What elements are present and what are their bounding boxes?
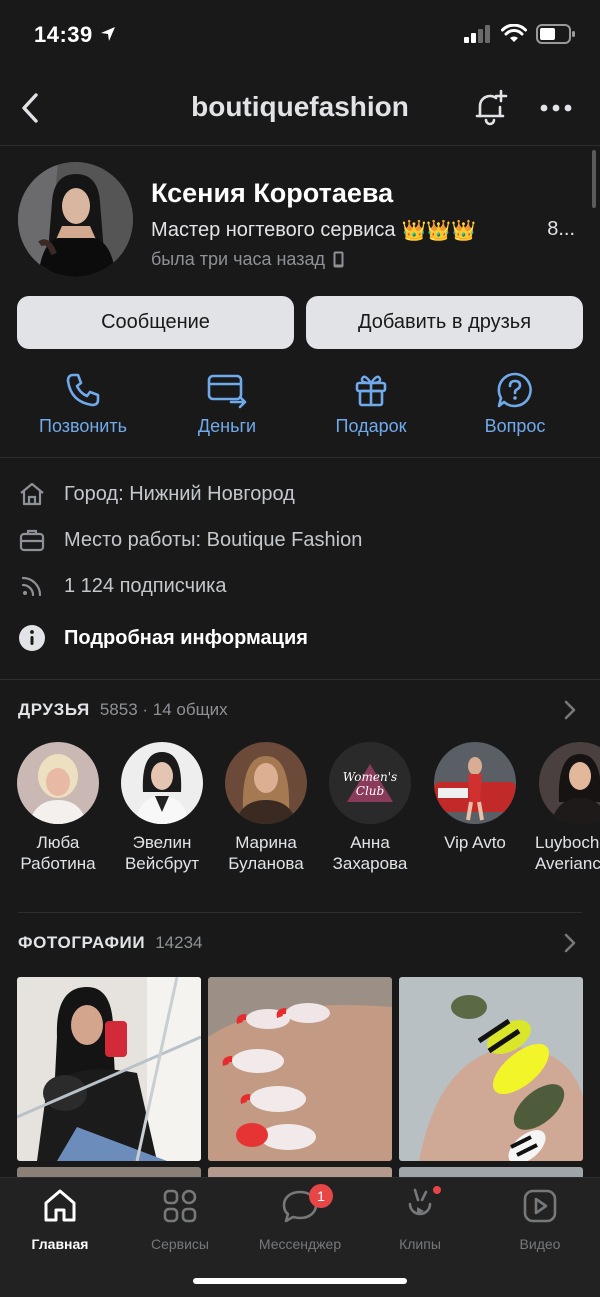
gift-icon — [355, 375, 387, 407]
friend-name: Люба Работина — [20, 833, 96, 873]
tab-home-label: Главная — [31, 1236, 89, 1252]
tab-services[interactable]: Сервисы — [120, 1186, 240, 1252]
briefcase-icon — [19, 529, 45, 552]
friend-avatar — [17, 742, 99, 824]
info-followers-text: 1 124 подписчика — [64, 574, 227, 597]
photos-count: 14234 — [155, 933, 203, 952]
womens-club-logo-text: Women's Club — [342, 770, 398, 798]
tab-video[interactable]: Видео — [480, 1186, 600, 1252]
tab-home[interactable]: Главная — [0, 1186, 120, 1252]
status-time: 14:39 — [34, 22, 93, 47]
battery-icon — [536, 24, 575, 44]
house-icon — [20, 482, 44, 506]
more-dots-icon[interactable] — [536, 90, 576, 126]
friend-avatar — [434, 742, 516, 824]
action-money-label: Деньги — [197, 416, 257, 436]
photo-thumbnail[interactable] — [17, 977, 201, 1161]
friend-name: Luyboch Averianc — [535, 833, 600, 873]
info-work-text: Место работы: Boutique Fashion — [64, 528, 363, 551]
location-arrow-icon — [101, 27, 115, 41]
friends-chevron-icon[interactable] — [562, 699, 578, 721]
profile-status: Мастер ногтевого сервиса 👑👑👑 8... — [151, 218, 581, 243]
friends-title: ДРУЗЬЯ — [18, 700, 90, 719]
phone-call-icon — [66, 373, 100, 407]
friend-name: Vip Avto — [444, 833, 506, 852]
friend-avatar — [121, 742, 203, 824]
wifi-icon — [501, 24, 527, 42]
status-text: Мастер ногтевого сервиса — [151, 219, 396, 241]
page-title: boutiquefashion — [191, 91, 409, 122]
tab-clips[interactable]: Клипы — [360, 1186, 480, 1252]
question-bubble-icon — [497, 372, 532, 408]
friend-name: Марина Буланова — [228, 833, 304, 873]
tab-video-label: Видео — [519, 1236, 561, 1252]
last-seen: была три часа назад — [151, 249, 344, 270]
signal-icon — [464, 25, 490, 43]
friend-avatar — [225, 742, 307, 824]
friend-name: Эвелин Вейсбрут — [124, 833, 200, 873]
photos-header[interactable]: ФОТОГРАФИИ 14234 — [18, 933, 202, 953]
profile-header: Ксения Коротаева Мастер ногтевого сервис… — [0, 146, 600, 296]
status-icons — [464, 24, 576, 44]
home-icon — [44, 1189, 76, 1222]
action-gift[interactable]: Подарок — [301, 370, 441, 437]
profile-avatar[interactable] — [18, 162, 133, 277]
last-seen-text: была три часа назад — [151, 249, 325, 269]
friend-item[interactable]: Люба Работина — [3, 742, 113, 874]
profile-info: Город: Нижний Новгород Место работы: Bou… — [0, 470, 600, 680]
info-details[interactable]: Подробная информация — [18, 624, 308, 652]
navigation-bar: boutiquefashion — [0, 72, 600, 146]
phone-icon — [333, 251, 344, 268]
action-call-label: Позвонить — [39, 416, 127, 436]
quick-actions: Позвонить Деньги Подарок Вопрос — [0, 370, 600, 458]
info-city: Город: Нижний Новгород — [18, 480, 295, 508]
messenger-badge: 1 — [309, 1184, 333, 1208]
friend-avatar — [539, 742, 600, 824]
info-city-text: Город: Нижний Новгород — [64, 482, 295, 505]
photo-thumbnail[interactable] — [208, 977, 392, 1161]
home-indicator — [193, 1278, 407, 1284]
divider — [18, 912, 582, 913]
video-icon — [523, 1189, 557, 1223]
grid-icon — [163, 1189, 197, 1223]
action-question-label: Вопрос — [484, 416, 546, 436]
status-overflow: 8... — [547, 218, 575, 240]
friend-item[interactable]: Vip Avto — [420, 742, 530, 853]
friend-item[interactable]: Women's Club Анна Захарова — [315, 742, 425, 874]
friend-avatar: Women's Club — [329, 742, 411, 824]
clips-dot — [433, 1186, 441, 1194]
action-call[interactable]: Позвонить — [13, 370, 153, 437]
tab-messenger-label: Мессенджер — [258, 1236, 342, 1252]
friends-count: 5853 · 14 общих — [99, 700, 228, 719]
add-friend-button[interactable]: Добавить в друзья — [306, 296, 583, 349]
friends-header[interactable]: ДРУЗЬЯ 5853 · 14 общих — [18, 700, 228, 720]
info-work: Место работы: Boutique Fashion — [18, 526, 362, 554]
action-question[interactable]: Вопрос — [445, 370, 585, 437]
photo-thumbnail[interactable] — [399, 977, 583, 1161]
info-details-text: Подробная информация — [64, 626, 308, 649]
crown-emoji: 👑👑👑 — [401, 220, 477, 242]
money-card-icon — [207, 374, 247, 409]
friend-item[interactable]: Марина Буланова — [211, 742, 321, 874]
message-button[interactable]: Сообщение — [17, 296, 294, 349]
bell-add-icon[interactable] — [470, 88, 510, 128]
friend-item[interactable]: Luyboch Averianc — [524, 742, 600, 874]
tab-clips-label: Клипы — [399, 1236, 441, 1252]
photos-title: ФОТОГРАФИИ — [18, 933, 146, 952]
profile-name: Ксения Коротаева — [151, 178, 394, 208]
friend-name: Анна Захарова — [332, 833, 408, 873]
photos-chevron-icon[interactable] — [562, 932, 578, 954]
info-circle-icon — [19, 625, 45, 651]
rss-followers-icon — [21, 576, 42, 597]
tab-services-label: Сервисы — [150, 1236, 209, 1252]
action-gift-label: Подарок — [335, 416, 407, 436]
friend-item[interactable]: Эвелин Вейсбрут — [107, 742, 217, 874]
action-money[interactable]: Деньги — [157, 370, 297, 437]
info-followers[interactable]: 1 124 подписчика — [18, 572, 226, 600]
status-bar: 14:39 — [0, 0, 600, 72]
tab-messenger[interactable]: 1 Мессенджер — [240, 1184, 360, 1252]
